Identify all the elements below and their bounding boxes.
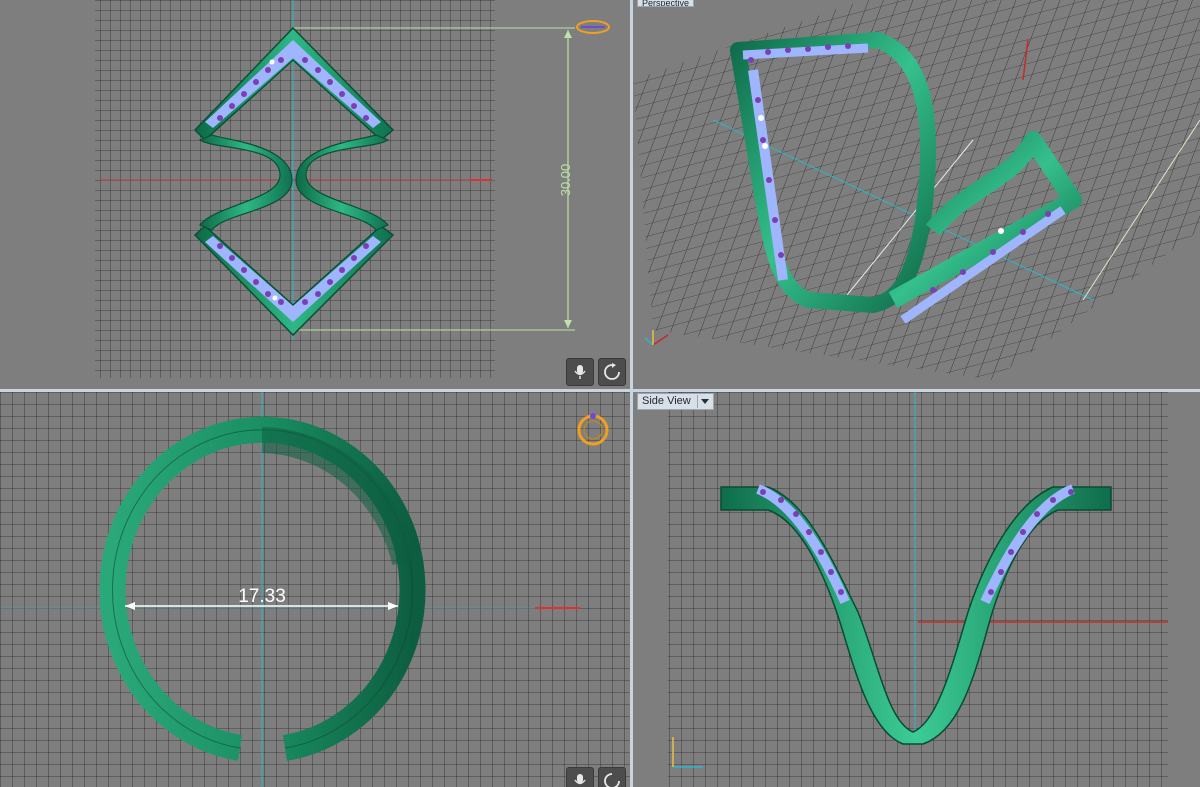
dimension-label-30: 30.00	[558, 164, 573, 197]
grid	[668, 392, 1168, 787]
front-view-scene: 17.33	[0, 392, 630, 787]
perspective-grid	[633, 0, 1200, 380]
viewport-divider-vertical[interactable]	[630, 0, 633, 787]
side-viewport[interactable]: Side View	[633, 392, 1200, 787]
side-view-tab[interactable]: Side View	[637, 393, 714, 410]
side-view-scene	[668, 392, 1168, 787]
microphone-icon[interactable]	[566, 358, 594, 386]
perspective-scene	[633, 0, 1200, 380]
perspective-view-tab[interactable]: Perspective	[637, 0, 695, 7]
viewport-divider-horizontal[interactable]	[0, 389, 1200, 392]
dimension-label-17-33: 17.33	[238, 586, 286, 607]
top-viewport[interactable]: 30.00	[0, 0, 630, 389]
axis-gizmo	[644, 330, 669, 346]
perspective-view-label: Perspective	[642, 0, 690, 7]
rotate-icon[interactable]	[598, 358, 626, 386]
cad-application: 30.00 Perspective 17.33 Side View	[0, 0, 1200, 787]
perspective-viewport[interactable]: Perspective	[633, 0, 1200, 389]
ring-thumbnail-icon	[576, 20, 610, 34]
rotate-icon[interactable]	[598, 767, 626, 787]
side-view-label: Side View	[642, 395, 691, 407]
top-view-scene: 30.00	[95, 0, 610, 378]
microphone-icon[interactable]	[566, 767, 594, 787]
front-viewport[interactable]: 17.33	[0, 392, 630, 787]
chevron-down-icon[interactable]	[696, 395, 709, 408]
